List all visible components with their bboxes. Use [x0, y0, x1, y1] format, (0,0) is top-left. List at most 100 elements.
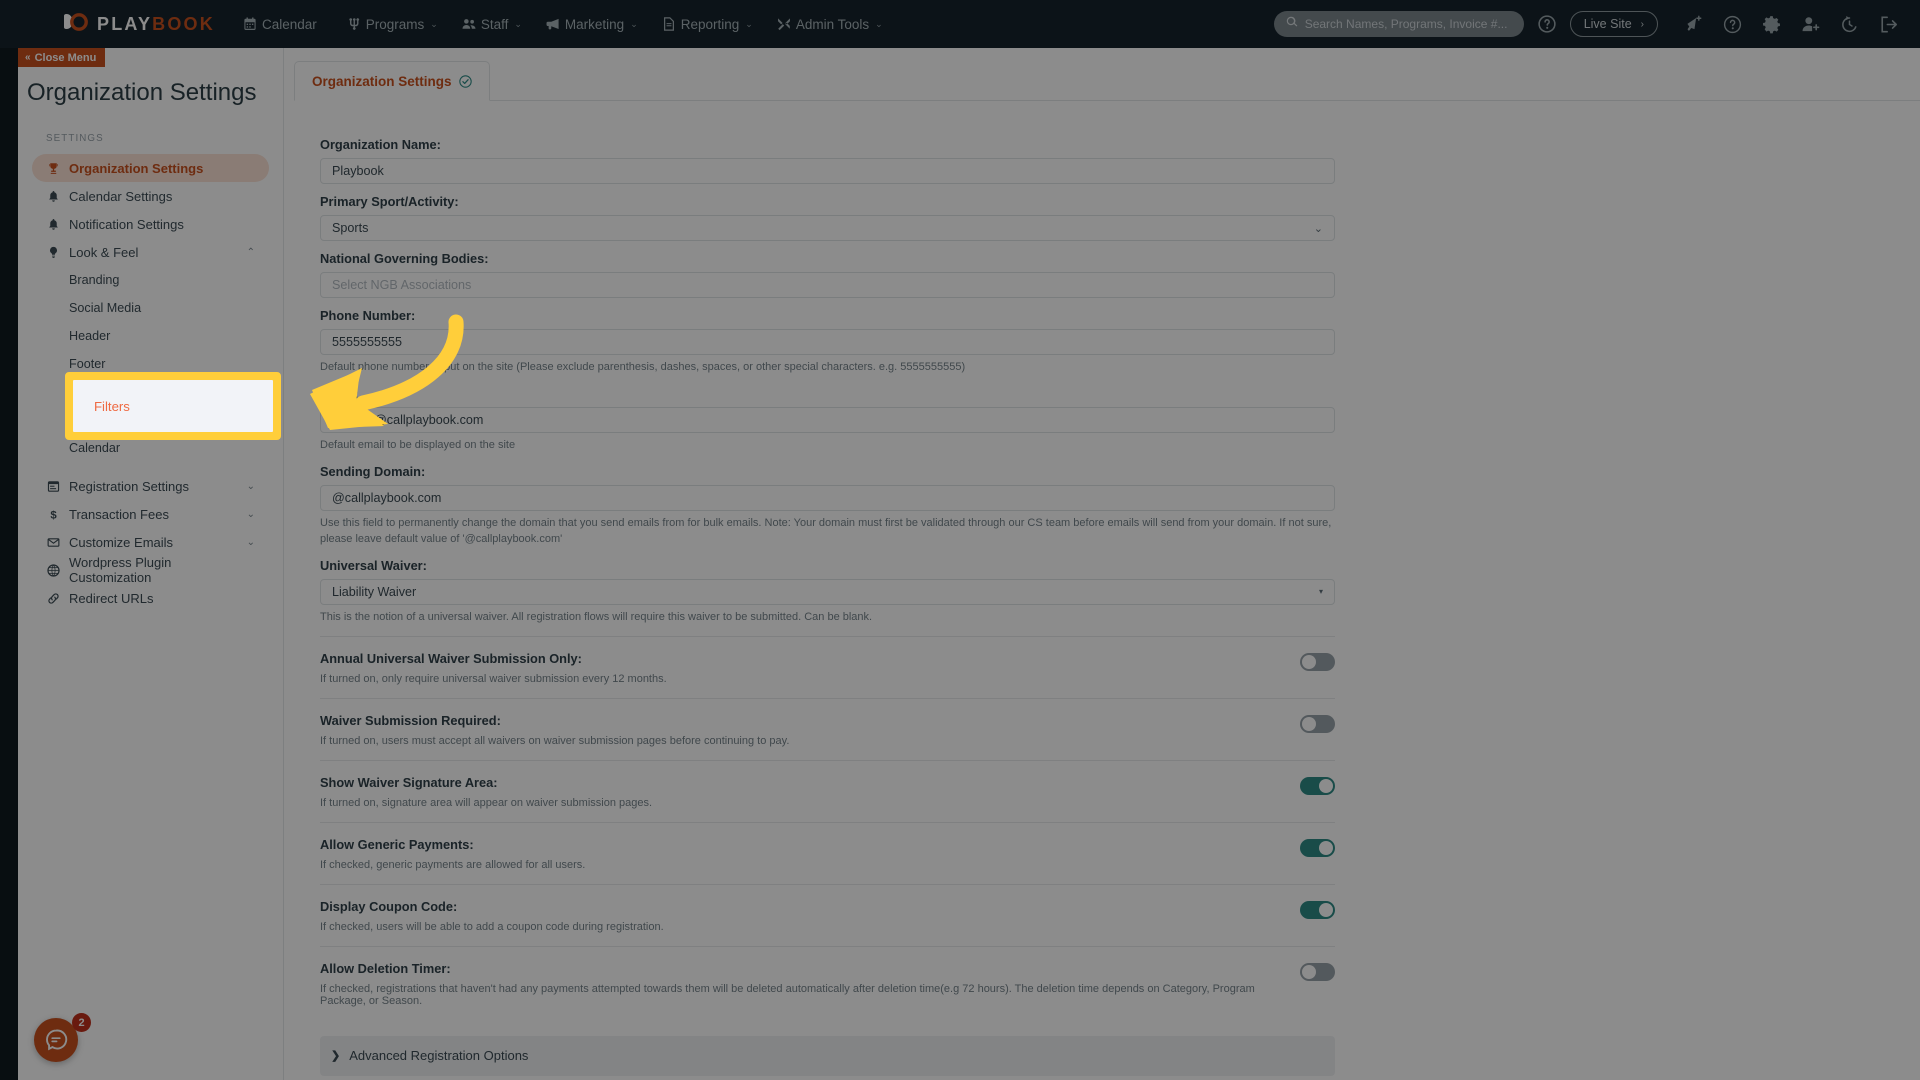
toggle-switch-allow-generic-payments[interactable]: [1300, 838, 1335, 857]
toggle-label: Waiver Submission Required:: [320, 712, 501, 728]
field-label: Email:: [320, 386, 1884, 401]
nav-item-staff[interactable]: Staff ⌄: [462, 17, 522, 32]
toggle-text-block: Annual Universal Waiver Submission Only:…: [320, 651, 667, 685]
toggle-switch-waiver-submission-required[interactable]: [1300, 714, 1335, 733]
ngb-multiselect-input[interactable]: Select NGB Associations: [320, 272, 1335, 298]
envelope-icon: [46, 535, 60, 549]
sidebar-title: Organization Settings: [27, 79, 257, 106]
sidebar-item-label: Organization Settings: [69, 160, 204, 176]
field-phone-number: Phone Number: 5555555555 Default phone n…: [320, 308, 1884, 376]
gear-icon[interactable]: [1762, 15, 1781, 34]
nav-item-calendar[interactable]: Calendar: [243, 17, 323, 32]
history-icon[interactable]: [1840, 15, 1859, 34]
field-label: Sending Domain:: [320, 463, 426, 479]
svg-text:$: $: [50, 509, 57, 520]
announcement-add-icon[interactable]: [1684, 15, 1703, 34]
search-placeholder-text: Search Names, Programs, Invoice #...: [1304, 17, 1508, 31]
sidebar-subitem-header[interactable]: Header: [32, 322, 269, 350]
highlight-callout-filters[interactable]: Filters: [65, 372, 281, 440]
tab-bar: Organization Settings: [294, 60, 1920, 101]
link-icon: [46, 591, 60, 605]
toggle-text-block: Allow Generic Payments: If checked, gene…: [320, 837, 585, 871]
sidebar-item-calendar-settings[interactable]: Calendar Settings: [32, 182, 269, 210]
sidebar-item-label: Registration Settings: [69, 478, 189, 494]
sidebar-item-label: Look & Feel: [69, 244, 139, 260]
double-chevron-left-icon: «: [25, 52, 31, 63]
left-rail: [0, 48, 18, 1080]
accordion-label: Advanced Registration Options: [349, 1048, 529, 1064]
help-circle-icon[interactable]: [1538, 15, 1556, 33]
toggle-label: Allow Generic Payments:: [320, 836, 474, 852]
sidebar-item-customize-emails[interactable]: Customize Emails ⌄: [32, 528, 269, 556]
staff-icon: [462, 17, 476, 31]
input-value: Playbook: [332, 164, 384, 178]
toggle-switch-allow-deletion-timer[interactable]: [1300, 962, 1335, 981]
toggle-knob: [1319, 902, 1333, 917]
toggle-knob: [1302, 654, 1316, 669]
sidebar-item-registration-settings[interactable]: Registration Settings ⌄: [32, 472, 269, 500]
main-nav-items: Calendar Programs ⌄ Staff ⌄ Marketing ⌄ …: [243, 17, 883, 32]
toggle-switch-annual-universal-waiver[interactable]: [1300, 652, 1335, 671]
search-icon: [1286, 15, 1298, 33]
chevron-down-icon: ⌄: [514, 18, 522, 29]
nav-label-marketing: Marketing: [564, 16, 625, 32]
form-icon: [46, 479, 60, 493]
toggle-text-block: Allow Deletion Timer: If checked, regist…: [320, 961, 1300, 1007]
field-label: National Governing Bodies:: [320, 251, 489, 266]
sidebar-item-look-and-feel[interactable]: Look & Feel ⌃: [32, 238, 269, 266]
sending-domain-input[interactable]: @callplaybook.com: [320, 484, 1335, 511]
sidebar-item-label: Notification Settings: [69, 216, 184, 232]
tab-organization-settings[interactable]: Organization Settings: [294, 61, 490, 101]
field-help-text: This is the notion of a universal waiver…: [320, 610, 873, 623]
chevron-down-icon: ⌄: [630, 18, 638, 29]
megaphone-icon: [546, 17, 560, 31]
tab-label: Organization Settings: [312, 74, 452, 89]
toggle-text-block: Waiver Submission Required: If turned on…: [320, 713, 789, 747]
nav-item-marketing[interactable]: Marketing ⌄: [546, 17, 638, 32]
sidebar-subitem-label: Footer: [69, 357, 106, 371]
sidebar-item-notification-settings[interactable]: Notification Settings: [32, 210, 269, 238]
sidebar-item-redirect-urls[interactable]: Redirect URLs: [32, 584, 269, 612]
chevron-down-icon: ⌄: [875, 18, 883, 29]
logout-icon[interactable]: [1879, 15, 1898, 34]
global-search-input[interactable]: Search Names, Programs, Invoice #...: [1273, 11, 1524, 37]
toggle-label: Annual Universal Waiver Submission Only:: [320, 650, 582, 666]
nav-item-admin-tools[interactable]: Admin Tools ⌄: [777, 17, 883, 32]
help-circle-icon[interactable]: [1723, 15, 1742, 34]
toggle-switch-display-coupon-code[interactable]: [1300, 900, 1335, 919]
sidebar-item-organization-settings[interactable]: Organization Settings: [32, 154, 269, 182]
sidebar-item-wordpress-plugin-customization[interactable]: Wordpress Plugin Customization: [32, 555, 269, 585]
toggle-switch-show-waiver-signature-area[interactable]: [1300, 776, 1335, 795]
nav-item-reporting[interactable]: Reporting ⌄: [662, 17, 753, 32]
sidebar-subitem-branding[interactable]: Branding: [32, 266, 269, 294]
field-universal-waiver: Universal Waiver: Liability Waiver ▾ Thi…: [320, 558, 1884, 626]
live-site-button[interactable]: Live Site ›: [1569, 11, 1658, 37]
select-value: Liability Waiver: [332, 584, 417, 599]
highlight-label: Filters: [94, 398, 130, 414]
add-user-icon[interactable]: [1801, 15, 1820, 34]
chevron-down-icon: ⌄: [745, 18, 753, 29]
field-label: Phone Number:: [320, 308, 416, 323]
topbar-action-icons: [1684, 15, 1898, 34]
advanced-registration-options-accordion[interactable]: ❯ Advanced Registration Options: [320, 1035, 1335, 1076]
nav-label-programs: Programs: [365, 16, 425, 32]
close-menu-button[interactable]: « Close Menu: [18, 48, 106, 67]
toggle-knob: [1319, 778, 1333, 793]
sidebar-subitem-social-media[interactable]: Social Media: [32, 294, 269, 322]
universal-waiver-select[interactable]: Liability Waiver ▾: [320, 578, 1335, 605]
toggle-knob: [1319, 840, 1333, 855]
sidebar-item-transaction-fees[interactable]: $ Transaction Fees ⌄: [32, 500, 269, 528]
playbook-logo-icon: [60, 13, 90, 35]
primary-sport-select[interactable]: Sports ⌄: [320, 215, 1335, 241]
organization-name-input[interactable]: Playbook: [320, 158, 1335, 184]
field-email: Email: support@callplaybook.com Default …: [320, 386, 1884, 454]
playbook-logo[interactable]: PLAYBOOK: [60, 13, 215, 35]
chevron-right-icon: ›: [1640, 18, 1644, 30]
sidebar-item-label: Customize Emails: [69, 534, 174, 550]
sidebar-subitem-label: Branding: [69, 273, 120, 287]
toggle-row-waiver-submission-required: Waiver Submission Required: If turned on…: [320, 697, 1335, 760]
chevron-down-icon: ▾: [1318, 587, 1323, 597]
select-value: Sports: [332, 221, 369, 235]
nav-item-programs[interactable]: Programs ⌄: [347, 17, 438, 32]
